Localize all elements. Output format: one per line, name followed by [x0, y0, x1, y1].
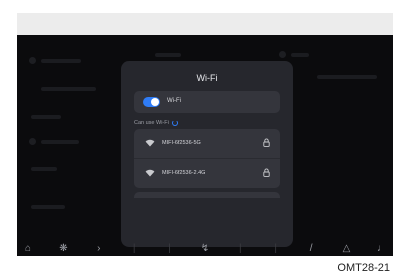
wifi-toggle-label: Wi-Fi: [167, 98, 181, 104]
network-list-more: [134, 192, 280, 198]
background-icon: [279, 51, 286, 58]
wifi-toggle-switch[interactable]: [143, 97, 160, 107]
divider-icon: |: [168, 243, 171, 254]
wifi-panel-title: Wi-Fi: [196, 73, 218, 83]
home-icon[interactable]: ⌂: [21, 244, 35, 254]
network-name: MIFI-6f2536-5G: [162, 140, 201, 146]
seat-icon[interactable]: ↯: [198, 244, 212, 254]
bottom-dock: ⌂ ❋ › | | ↯ | | / △ ♩: [17, 242, 393, 256]
lock-icon: [263, 138, 270, 147]
background-row: [41, 140, 79, 144]
head-unit-screen: Wi-Fi Wi-Fi Can use Wi-Fi MIFI-6f2536-5G: [17, 35, 393, 256]
top-band: [17, 13, 393, 35]
background-row: [317, 75, 377, 79]
network-list: MIFI-6f2536-5G MIFI-6f2536-2.4G: [134, 129, 280, 188]
network-name: MIFI-6f2536-2.4G: [162, 170, 206, 176]
toggle-knob: [151, 98, 159, 106]
fan-icon[interactable]: ❋: [56, 244, 70, 254]
network-row[interactable]: MIFI-6f2536-2.4G: [134, 159, 280, 188]
wifi-toggle-row[interactable]: Wi-Fi: [134, 91, 280, 113]
triangle-icon[interactable]: △: [340, 244, 354, 254]
slash-icon[interactable]: /: [304, 244, 318, 254]
refresh-spinner-icon: [171, 120, 178, 126]
divider-icon: |: [239, 243, 242, 254]
background-icon: [29, 138, 36, 145]
chevron-icon[interactable]: ›: [92, 244, 106, 254]
background-row: [291, 53, 309, 57]
page: Wi-Fi Wi-Fi Can use Wi-Fi MIFI-6f2536-5G: [0, 0, 393, 279]
background-row: [31, 167, 57, 171]
background-row: [41, 87, 96, 91]
figure-caption: OMT28-21: [337, 262, 390, 274]
bell-icon[interactable]: ♩: [375, 244, 389, 254]
lock-icon: [263, 168, 270, 177]
wifi-icon: [145, 169, 155, 177]
available-networks-label: Can use Wi-Fi: [134, 120, 169, 126]
background-row: [41, 59, 81, 63]
wifi-icon: [145, 139, 155, 147]
divider-icon: |: [274, 243, 278, 254]
background-row: [31, 205, 65, 209]
background-row: [31, 115, 61, 119]
background-row: [155, 53, 181, 57]
background-icon: [29, 57, 36, 64]
network-row[interactable]: MIFI-6f2536-5G: [134, 129, 280, 159]
available-networks-heading: Can use Wi-Fi: [134, 120, 178, 126]
divider-icon: |: [132, 243, 136, 254]
wifi-panel: Wi-Fi Wi-Fi Can use Wi-Fi MIFI-6f2536-5G: [121, 61, 293, 247]
